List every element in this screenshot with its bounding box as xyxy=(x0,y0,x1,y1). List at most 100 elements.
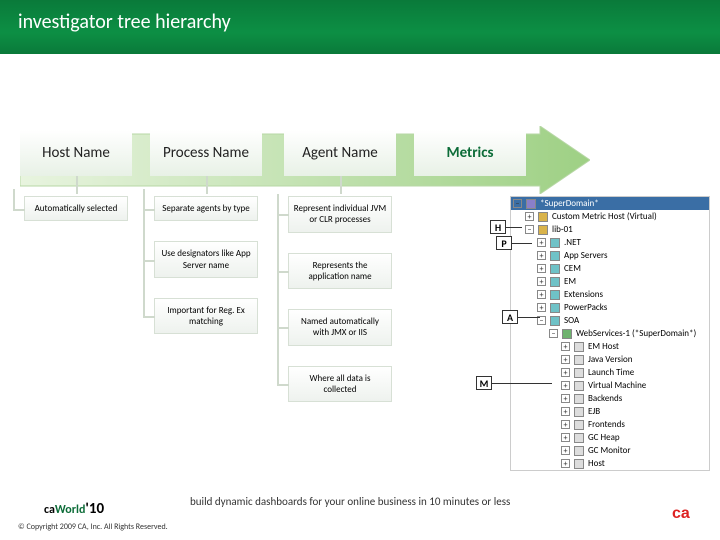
process-icon xyxy=(550,303,560,313)
expand-icon[interactable]: + xyxy=(561,394,570,403)
tree-item[interactable]: −WebServices-1 (*SuperDomain*) xyxy=(511,327,709,340)
tree-item[interactable]: +PowerPacks xyxy=(511,301,709,314)
child-label: Separate agents by type xyxy=(162,203,250,214)
expand-icon[interactable]: + xyxy=(561,381,570,390)
col-process-header-label: Process Name xyxy=(163,145,249,162)
col-agent-header-label: Agent Name xyxy=(302,145,378,162)
page-title: investigator tree hierarchy xyxy=(0,0,720,54)
child-label: Named automatically with JMX or IIS xyxy=(301,316,379,338)
tree-item[interactable]: + Virtual Machine xyxy=(511,379,709,392)
footer-copyright: © Copyright 2009 CA, Inc. All Rights Res… xyxy=(18,522,168,532)
logo-world-year: '10 xyxy=(85,500,104,518)
tree-label: Virtual Machine xyxy=(588,380,646,391)
tree-label: SOA xyxy=(564,315,579,326)
metric-icon xyxy=(574,394,584,404)
expand-icon[interactable]: + xyxy=(561,420,570,429)
tree-item[interactable]: + EJB xyxy=(511,405,709,418)
tree-label: Launch Time xyxy=(588,367,634,378)
expand-icon[interactable]: + xyxy=(561,368,570,377)
child-label: Where all data is collected xyxy=(309,373,370,395)
col-process: Process Name Separate agents by type Use… xyxy=(150,130,262,402)
tree-label: EM Host xyxy=(588,341,619,352)
tag-a-line xyxy=(518,317,540,318)
col-process-child-0: Separate agents by type xyxy=(154,196,258,221)
tree-item[interactable]: + .NET xyxy=(511,236,709,249)
tree-label: GC Monitor xyxy=(588,445,631,456)
child-label: Important for Reg. Ex matching xyxy=(167,305,245,327)
tree-label: .NET xyxy=(564,237,581,248)
tree-label: EJB xyxy=(588,406,600,417)
expand-icon[interactable]: + xyxy=(561,433,570,442)
tree-label: lib-01 xyxy=(552,224,573,235)
tree-item[interactable]: + Backends xyxy=(511,392,709,405)
expand-icon[interactable]: + xyxy=(561,459,570,468)
agent-icon xyxy=(562,329,572,339)
expand-icon[interactable]: + xyxy=(561,342,570,351)
tree-label: CEM xyxy=(564,263,581,274)
tree-item[interactable]: + GC Heap xyxy=(511,431,709,444)
host-icon xyxy=(538,225,548,235)
logo-world-text: World xyxy=(55,503,86,517)
tree-item[interactable]: + CEM xyxy=(511,262,709,275)
col-agent-child-3: Where all data is collected xyxy=(288,366,392,403)
metric-icon xyxy=(574,355,584,365)
expand-icon[interactable]: + xyxy=(537,264,546,273)
metric-icon xyxy=(574,368,584,378)
tree-item[interactable]: + EM Host xyxy=(511,340,709,353)
tree-item[interactable]: − lib-01 xyxy=(511,223,709,236)
expand-icon[interactable]: + xyxy=(537,251,546,260)
tree-label: Backends xyxy=(588,393,622,404)
tree-label: Frontends xyxy=(588,419,625,430)
tree-item[interactable]: +Extensions xyxy=(511,288,709,301)
collapse-icon[interactable]: − xyxy=(549,329,558,338)
col-agent-header: Agent Name xyxy=(284,130,396,176)
tree-item[interactable]: +App Servers xyxy=(511,249,709,262)
tree-label: GC Heap xyxy=(588,432,620,443)
col-host-child-label: Automatically selected xyxy=(35,203,118,214)
tag-h-line xyxy=(506,227,522,228)
expand-icon[interactable]: + xyxy=(537,303,546,312)
child-label: Represents the application name xyxy=(308,260,371,282)
col-process-child-2: Important for Reg. Ex matching xyxy=(154,298,258,335)
col-host-child: Automatically selected xyxy=(24,196,128,221)
col-host: Host Name Automatically selected xyxy=(20,130,132,402)
expand-icon[interactable]: + xyxy=(537,277,546,286)
tree-item[interactable]: + GC Monitor xyxy=(511,444,709,457)
tree-item[interactable]: −SOA xyxy=(511,314,709,327)
footer: caWorld'10 build dynamic dashboards for … xyxy=(0,480,720,540)
col-process-header: Process Name xyxy=(150,130,262,176)
tag-p-line xyxy=(512,243,532,244)
tree-item[interactable]: + Launch Time xyxy=(511,366,709,379)
tree-item[interactable]: + Java Version xyxy=(511,353,709,366)
child-label: Represent individual JVM or CLR processe… xyxy=(294,203,386,225)
host-icon xyxy=(538,212,548,222)
tag-p: P xyxy=(496,236,512,250)
tree-screenshot: −*SuperDomain* +Custom Metric Host (Virt… xyxy=(510,196,710,471)
col-process-child-1: Use designators like App Server name xyxy=(154,241,258,278)
expand-icon[interactable]: + xyxy=(537,290,546,299)
tree-label: *SuperDomain* xyxy=(540,198,599,209)
footer-tagline: build dynamic dashboards for your online… xyxy=(190,495,510,508)
expand-icon[interactable]: + xyxy=(561,407,570,416)
caworld-logo: caWorld'10 xyxy=(44,500,104,518)
svg-text:ca: ca xyxy=(672,505,690,522)
col-metrics: Metrics xyxy=(414,130,526,402)
tree-item[interactable]: +Custom Metric Host (Virtual) xyxy=(511,210,709,223)
metric-icon xyxy=(574,433,584,443)
col-metrics-header: Metrics xyxy=(414,130,526,176)
metric-icon xyxy=(574,420,584,430)
process-icon xyxy=(550,251,560,261)
expand-icon[interactable]: + xyxy=(537,238,546,247)
tree-label: Java Version xyxy=(588,354,633,365)
tree-item[interactable]: +Host xyxy=(511,457,709,470)
expand-icon[interactable]: + xyxy=(525,212,534,221)
tree-root[interactable]: −*SuperDomain* xyxy=(511,197,709,210)
metric-icon xyxy=(574,407,584,417)
col-agent: Agent Name Represent individual JVM or C… xyxy=(284,130,396,402)
expand-icon[interactable]: + xyxy=(561,446,570,455)
tree-item[interactable]: +EM xyxy=(511,275,709,288)
expand-icon[interactable]: + xyxy=(561,355,570,364)
tree-item[interactable]: + Frontends xyxy=(511,418,709,431)
collapse-icon[interactable]: − xyxy=(525,225,534,234)
col-agent-child-1: Represents the application name xyxy=(288,253,392,290)
